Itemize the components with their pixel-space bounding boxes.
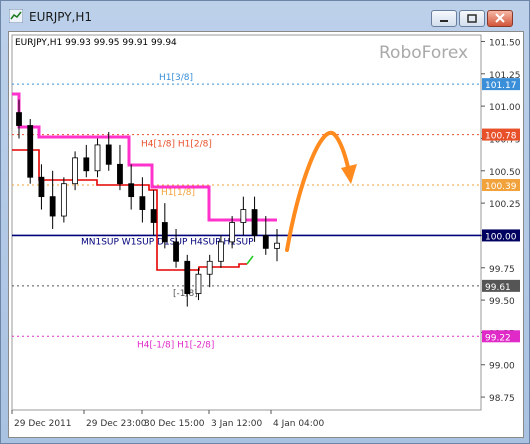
candle-body bbox=[184, 260, 191, 295]
candle-body bbox=[274, 242, 280, 249]
level-price-label: 99.61 bbox=[485, 283, 511, 293]
window-title: EURJPY,H1 bbox=[29, 10, 93, 24]
price-chart[interactable]: 101.50101.25101.00100.75100.50100.25100.… bbox=[9, 32, 523, 437]
candle-body bbox=[262, 235, 269, 249]
candle-body bbox=[139, 196, 146, 210]
title-bar[interactable]: EURJPY,H1 bbox=[1, 1, 529, 31]
y-tick-label: 100.25 bbox=[489, 200, 521, 210]
y-tick-label: 100.50 bbox=[489, 168, 521, 178]
candle-body bbox=[173, 241, 179, 262]
plot-border bbox=[11, 34, 482, 411]
chart-window: EURJPY,H1 101.50101.25101.00100.75100.50… bbox=[0, 0, 530, 444]
y-tick-label: 101.00 bbox=[489, 103, 521, 113]
candle-body bbox=[195, 273, 202, 295]
chart-area[interactable]: 101.50101.25101.00100.75100.50100.25100.… bbox=[8, 31, 524, 438]
level-label: H4[-1/8] H1[-2/8] bbox=[137, 340, 214, 350]
y-tick-label: 99.00 bbox=[489, 362, 515, 372]
x-tick-label: 30 Dec 15:00 bbox=[144, 419, 205, 429]
candle-body bbox=[105, 144, 112, 165]
level-label: H1[1/8] bbox=[161, 188, 195, 198]
candle-body bbox=[83, 157, 90, 172]
x-tick-label: 3 Jan 12:00 bbox=[211, 419, 263, 429]
candle-body bbox=[206, 260, 213, 275]
candle-body bbox=[117, 163, 123, 185]
candle-body bbox=[49, 196, 56, 217]
level-price-label: 100.78 bbox=[485, 132, 517, 142]
candle-body bbox=[218, 241, 224, 262]
x-tick-label: 29 Dec 23:00 bbox=[86, 419, 147, 429]
red-trail-line bbox=[12, 149, 247, 271]
candle-body bbox=[128, 183, 135, 198]
level-price-label: 99.22 bbox=[485, 333, 511, 343]
y-tick-label: 98.75 bbox=[489, 394, 515, 404]
x-tick-label: 29 Dec 2011 bbox=[14, 419, 72, 429]
y-tick-label: 99.50 bbox=[489, 297, 515, 307]
chart-app-icon bbox=[9, 9, 23, 23]
restore-icon bbox=[467, 14, 477, 23]
forecast-arrow bbox=[285, 130, 351, 252]
minimize-icon bbox=[440, 20, 448, 22]
level-label: H4[1/8] H1[2/8] bbox=[141, 140, 212, 150]
y-tick-label: 99.75 bbox=[489, 265, 515, 275]
candle-body bbox=[27, 125, 34, 178]
green-trail-segment bbox=[246, 255, 254, 265]
close-button[interactable] bbox=[487, 10, 513, 27]
level-label: H1[3/8] bbox=[159, 73, 193, 83]
level-price-label: 100.39 bbox=[485, 182, 517, 192]
candle-body bbox=[38, 176, 45, 198]
symbol-info-text: EURJPY,H1 99.93 99.95 99.91 99.94 bbox=[15, 38, 177, 48]
minimize-button[interactable] bbox=[431, 10, 457, 27]
candle-body bbox=[60, 183, 67, 217]
candle-body bbox=[16, 112, 22, 126]
level-price-label: 101.17 bbox=[485, 81, 517, 91]
candle-body bbox=[251, 209, 258, 236]
candle-body bbox=[229, 222, 236, 243]
candle-body bbox=[161, 222, 168, 243]
restore-button[interactable] bbox=[459, 10, 485, 27]
candle-body bbox=[94, 144, 101, 172]
level-price-label: 100.00 bbox=[485, 232, 517, 242]
candle-body bbox=[72, 157, 78, 185]
candle-body bbox=[240, 209, 247, 223]
close-icon bbox=[495, 13, 505, 23]
forecast-arrowhead bbox=[341, 164, 357, 184]
y-tick-label: 101.50 bbox=[489, 38, 521, 48]
watermark-text: RoboForex bbox=[379, 43, 468, 63]
candle-body bbox=[150, 209, 157, 223]
x-tick-label: 4 Jan 04:00 bbox=[273, 419, 325, 429]
